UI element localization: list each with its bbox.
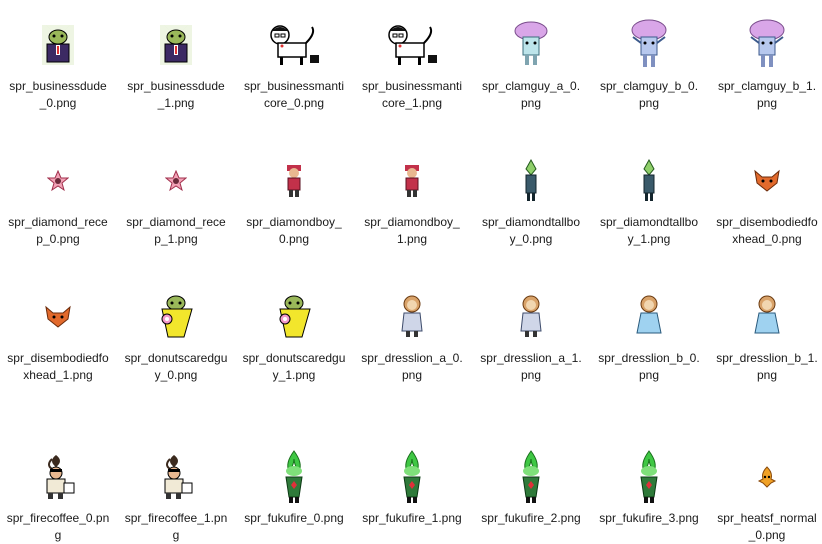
file-name: spr_businessmanticore_1.png — [361, 79, 463, 110]
file-name: spr_donutscaredguy_1.png — [242, 351, 346, 382]
file-grid: spr_businessdude_0.png spr_businessdude_… — [0, 0, 822, 542]
donut-scared-guy-icon — [124, 286, 228, 348]
fukufire-icon — [360, 446, 464, 508]
file-name: spr_dresslion_b_1.png — [716, 351, 818, 382]
heatsf-icon — [715, 446, 819, 508]
file-name: spr_firecoffee_1.png — [124, 511, 228, 542]
file-name: spr_dresslion_a_0.png — [361, 351, 463, 382]
business-dude-icon — [124, 14, 228, 76]
donut-scared-guy-icon — [242, 286, 346, 348]
file-name: spr_fukufire_0.png — [244, 511, 344, 525]
file-name: spr_clamguy_a_0.png — [481, 79, 581, 110]
business-manticore-icon — [242, 14, 346, 76]
dress-lion-blue-icon — [597, 286, 701, 348]
dress-lion-icon — [479, 286, 583, 348]
file-name: spr_dresslion_a_1.png — [480, 351, 582, 382]
file-name: spr_clamguy_b_0.png — [599, 79, 699, 110]
fukufire-icon — [597, 446, 701, 508]
file-name: spr_businessdude_0.png — [9, 79, 107, 110]
dress-lion-icon — [360, 286, 464, 348]
file-name: spr_heatsf_normal_0.png — [717, 511, 817, 542]
fox-head-icon — [715, 150, 819, 212]
file-name: spr_diamondtallboy_1.png — [599, 215, 699, 246]
file-name: spr_firecoffee_0.png — [6, 511, 110, 542]
file-name: spr_businessmanticore_0.png — [243, 79, 345, 110]
file-name: spr_diamondtallboy_0.png — [481, 215, 581, 246]
file-name: spr_donutscaredguy_0.png — [124, 351, 228, 382]
fire-coffee-icon — [6, 446, 110, 508]
file-name: spr_diamond_recep_1.png — [126, 215, 226, 246]
fire-coffee-icon — [124, 446, 228, 508]
fukufire-icon — [479, 446, 583, 508]
file-name: spr_diamond_recep_0.png — [8, 215, 108, 246]
diamondboy-icon — [242, 150, 346, 212]
fox-head-icon — [6, 286, 110, 348]
file-name: spr_disembodiedfoxhead_0.png — [716, 215, 818, 246]
clamguy-icon — [715, 14, 819, 76]
file-name: spr_diamondboy_0.png — [246, 215, 342, 246]
business-manticore-icon — [360, 14, 464, 76]
file-name: spr_diamondboy_1.png — [364, 215, 460, 246]
file-name: spr_businessdude_1.png — [127, 79, 225, 110]
clamguy-icon — [479, 14, 583, 76]
dress-lion-blue-icon — [715, 286, 819, 348]
file-name: spr_fukufire_3.png — [599, 511, 699, 525]
file-name: spr_fukufire_2.png — [481, 511, 581, 525]
file-name: spr_disembodiedfoxhead_1.png — [7, 351, 109, 382]
business-dude-icon — [6, 14, 110, 76]
diamond-tallboy-icon — [597, 150, 701, 212]
clamguy-icon — [597, 14, 701, 76]
file-name: spr_fukufire_1.png — [362, 511, 462, 525]
file-name: spr_clamguy_b_1.png — [717, 79, 817, 110]
diamond-tallboy-icon — [479, 150, 583, 212]
diamondboy-icon — [360, 150, 464, 212]
file-name: spr_dresslion_b_0.png — [598, 351, 700, 382]
diamond-recep-icon — [124, 150, 228, 212]
diamond-recep-icon — [6, 150, 110, 212]
fukufire-icon — [242, 446, 346, 508]
